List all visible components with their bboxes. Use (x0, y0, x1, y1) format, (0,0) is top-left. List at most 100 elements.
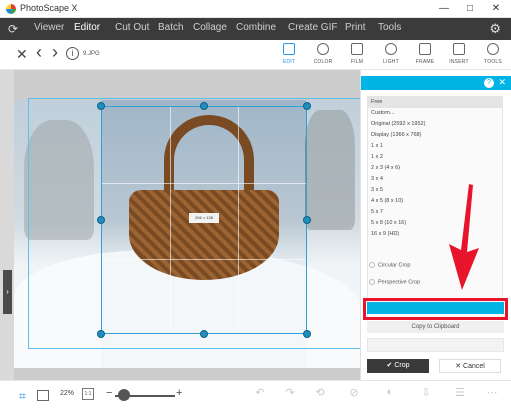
zoom-in-button[interactable]: + (176, 387, 182, 399)
compare-button[interactable]: ◐ (376, 386, 404, 398)
menu-button[interactable]: ☰ (446, 386, 474, 399)
save-button[interactable]: ⇩ (412, 386, 440, 399)
insert-icon (453, 43, 465, 55)
refresh-icon[interactable]: ⟳ (8, 22, 22, 36)
tab-film[interactable]: FILM (342, 43, 372, 65)
expand-panel-tab[interactable]: › (3, 270, 12, 314)
ratio-item[interactable]: 1 x 2 (368, 152, 502, 163)
next-icon[interactable]: › (52, 42, 58, 63)
previous-icon[interactable]: ‹ (36, 42, 42, 63)
actual-size-button[interactable]: 1:1 (82, 388, 94, 400)
title-bar: PhotoScape X — □ ✕ (0, 0, 511, 18)
ratio-item[interactable]: 1 x 1 (368, 141, 502, 152)
cancel-button[interactable]: ✕ Cancel (439, 359, 501, 373)
undo-all-button[interactable]: ⟲ (306, 386, 334, 399)
crop-button-label: Crop (394, 362, 410, 369)
light-icon (385, 43, 397, 55)
tab-insert-label: INSERT (449, 59, 469, 65)
tab-edit[interactable]: EDIT (274, 43, 304, 65)
editor-toolbar: ✕ ‹ › i 9.JPG EDIT COLOR FILM LIGHT FRAM… (0, 40, 511, 70)
close-icon[interactable]: ✕ (498, 77, 506, 88)
zoom-slider-knob[interactable] (118, 389, 130, 401)
crop-handle-top[interactable] (200, 102, 208, 110)
tab-tools[interactable]: TOOLS (478, 43, 508, 65)
crop-handle-top-left[interactable] (97, 102, 105, 110)
perspective-crop-option[interactable]: Perspective Crop (369, 279, 420, 285)
bottom-bar: ⌗ 22% 1:1 − + ↶ ↷ ⟲ ⊘ ◐ ⇩ ☰ ⋯ (0, 380, 511, 410)
minimize-button[interactable]: — (433, 1, 455, 17)
crop-handle-bottom[interactable] (200, 330, 208, 338)
tab-frame[interactable]: FRAME (410, 43, 440, 65)
cancel-icon: ✕ (455, 363, 462, 370)
zoom-level: 22% (60, 390, 75, 397)
crop-grid-line (102, 183, 306, 184)
ratio-item[interactable]: Custom... (368, 108, 502, 119)
tab-color[interactable]: COLOR (308, 43, 338, 65)
tools-icon (487, 43, 499, 55)
crop-panel: ? ✕ Free Custom... Original (2592 x 1952… (360, 70, 511, 380)
circular-crop-label: Circular Crop (378, 262, 411, 269)
revert-button[interactable]: ⊘ (340, 386, 368, 399)
file-name: 9.JPG (83, 51, 100, 57)
ratio-item[interactable]: Free (368, 97, 502, 108)
zoom-out-button[interactable]: − (106, 387, 112, 399)
tab-film-label: FILM (350, 59, 364, 65)
undo-button[interactable]: ↶ (246, 386, 274, 399)
app-logo-icon (6, 4, 16, 14)
crop-button[interactable]: ✔ Crop (367, 359, 429, 373)
crop-handle-bottom-right[interactable] (303, 330, 311, 338)
ratio-item[interactable]: Original (2592 x 1952) (368, 119, 502, 130)
help-icon[interactable]: ? (484, 78, 494, 88)
perspective-crop-checkbox[interactable] (369, 279, 375, 285)
tab-light-label: LIGHT (383, 59, 399, 65)
crop-handle-bottom-left[interactable] (97, 330, 105, 338)
tab-frame-label: FRAME (415, 59, 435, 65)
crop-handle-right[interactable] (303, 216, 311, 224)
menu-icon: ☰ (455, 387, 465, 399)
ratio-item[interactable]: 2 x 3 (4 x 6) (368, 163, 502, 174)
save-icon: ⇩ (421, 387, 431, 399)
circular-crop-option[interactable]: Circular Crop (369, 262, 410, 268)
split-view-icon[interactable] (37, 390, 49, 401)
menu-collage[interactable]: Collage (193, 22, 227, 33)
tab-edit-label: EDIT (282, 59, 296, 65)
cancel-button-label: Cancel (463, 363, 485, 370)
menu-batch[interactable]: Batch (158, 22, 184, 33)
menu-cut-out[interactable]: Cut Out (115, 22, 149, 33)
guide-line-top (28, 98, 360, 99)
crop-grid-line (102, 259, 306, 260)
check-icon: ✔ (386, 362, 393, 369)
edit-icon (283, 43, 295, 55)
close-file-icon[interactable]: ✕ (16, 46, 28, 63)
close-window-button[interactable]: ✕ (485, 1, 507, 17)
guide-line-bottom (28, 348, 360, 349)
info-icon[interactable]: i (66, 47, 79, 60)
crop-handle-left[interactable] (97, 216, 105, 224)
menu-create-gif[interactable]: Create GIF (288, 22, 337, 33)
crop-tool-icon[interactable]: ⌗ (19, 389, 26, 404)
maximize-button[interactable]: □ (459, 1, 481, 17)
menu-combine[interactable]: Combine (236, 22, 276, 33)
more-button[interactable]: ⋯ (478, 386, 506, 399)
menu-print[interactable]: Print (345, 22, 366, 33)
crop-grid-line (238, 107, 239, 333)
menu-editor[interactable]: Editor (74, 22, 100, 33)
gear-icon[interactable]: ⚙ (489, 21, 501, 37)
copy-to-clipboard-button[interactable]: Copy to Clipboard (367, 321, 504, 333)
menu-tools[interactable]: Tools (378, 22, 401, 33)
frame-icon (419, 43, 431, 55)
crop-grid-line (170, 107, 171, 333)
crop-handle-top-right[interactable] (303, 102, 311, 110)
redo-button[interactable]: ↷ (276, 386, 304, 399)
compare-icon: ◐ (386, 386, 394, 398)
circular-crop-checkbox[interactable] (369, 262, 375, 268)
perspective-crop-label: Perspective Crop (378, 279, 421, 286)
color-icon (317, 43, 329, 55)
ratio-item[interactable]: Display (1366 x 768) (368, 130, 502, 141)
menu-viewer[interactable]: Viewer (34, 22, 64, 33)
tab-insert[interactable]: INSERT (444, 43, 474, 65)
crop-box[interactable] (101, 106, 307, 334)
tab-light[interactable]: LIGHT (376, 43, 406, 65)
crop-mask-right (306, 100, 360, 368)
undo-icon: ↶ (255, 387, 265, 399)
